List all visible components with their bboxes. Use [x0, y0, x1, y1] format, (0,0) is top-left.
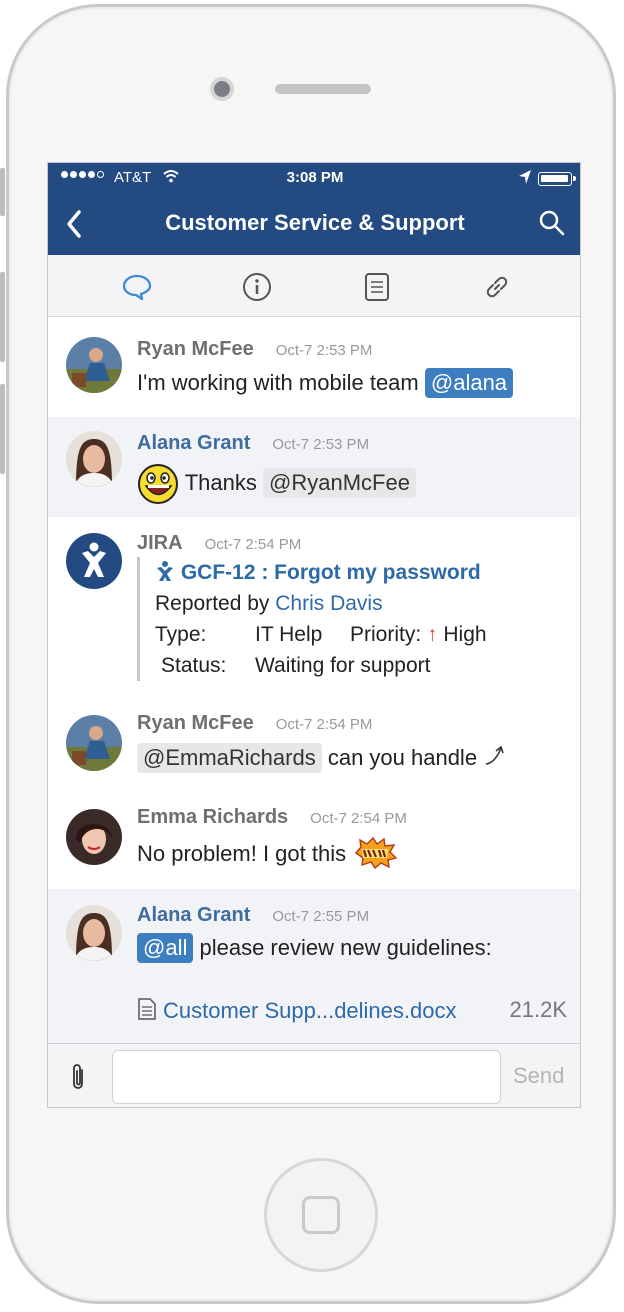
priority-up-arrow-icon: ↑ — [427, 623, 438, 646]
file-icon — [138, 998, 156, 1020]
message-time: Oct-7 2:54 PM — [204, 536, 302, 553]
jira-logo-icon — [82, 542, 106, 577]
message-time: Oct-7 2:53 PM — [275, 342, 373, 359]
jira-issue-link[interactable]: GCF-12 : Forgot my password — [181, 561, 481, 584]
message: Ryan McFee Oct-7 2:54 PM @EmmaRichards ca… — [48, 695, 580, 789]
message-text: @all please review new guidelines: — [137, 933, 492, 963]
tab-files[interactable] — [361, 271, 393, 303]
message: Ryan McFee Oct-7 2:53 PM I'm working with… — [48, 323, 580, 417]
jira-issue-card: GCF-12 : Forgot my password Reported by … — [137, 557, 557, 681]
avatar-ryan[interactable] — [66, 715, 122, 771]
jira-avatar[interactable] — [66, 533, 122, 589]
message-feed[interactable]: Ryan McFee Oct-7 2:53 PM I'm working with… — [48, 323, 580, 1043]
message-text: Thanks @RyanMcFee — [137, 463, 416, 505]
status-label: Status: — [161, 654, 227, 677]
home-button[interactable] — [264, 1158, 378, 1272]
message: Alana Grant Oct-7 2:53 PM Thanks @RyanMcF… — [48, 417, 580, 517]
search-icon[interactable] — [538, 209, 566, 237]
message-time: Oct-7 2:54 PM — [310, 810, 407, 827]
avatar-ryan[interactable] — [66, 337, 122, 393]
reporter-link[interactable]: Chris Davis — [275, 592, 382, 615]
paperclip-icon[interactable] — [70, 1062, 88, 1092]
message-composer: Send — [48, 1043, 580, 1107]
avatar-alana[interactable] — [66, 905, 122, 961]
reported-label: Reported by — [155, 592, 270, 615]
message-sender: JIRA Oct-7 2:54 PM — [137, 532, 302, 554]
avatar-alana[interactable] — [66, 431, 122, 487]
tab-info[interactable] — [241, 271, 273, 303]
status-time: 3:08 PM — [286, 169, 344, 186]
location-icon — [519, 170, 531, 184]
battery-icon — [538, 172, 576, 186]
message-sender: Ryan McFee Oct-7 2:54 PM — [137, 712, 373, 734]
nav-bar: Customer Service & Support — [48, 193, 580, 255]
file-size: 21.2K — [509, 997, 568, 1022]
message-time: Oct-7 2:54 PM — [275, 716, 373, 733]
boom-emoji-icon — [355, 836, 398, 870]
message-sender: Ryan McFee Oct-7 2:53 PM — [137, 338, 373, 360]
document-icon — [365, 273, 389, 301]
tab-chat[interactable] — [121, 271, 153, 303]
message: Emma Richards Oct-7 2:54 PM No problem! I… — [48, 789, 580, 889]
volume-up-button — [0, 272, 5, 362]
message-time: Oct-7 2:55 PM — [272, 908, 370, 925]
earpiece-speaker — [275, 84, 371, 94]
file-name[interactable]: Customer Supp...delines.docx — [163, 998, 457, 1023]
app-screen: AT&T 3:08 PM Customer Service & Support — [47, 162, 581, 1108]
front-camera — [210, 77, 234, 101]
message: Alana Grant Oct-7 2:55 PM @all please rev… — [48, 889, 580, 1043]
message-sender: Alana Grant Oct-7 2:55 PM — [137, 904, 370, 926]
chat-bubble-icon — [122, 274, 152, 301]
mention-chip[interactable]: @EmmaRichards — [137, 743, 322, 773]
priority-value: High — [443, 623, 487, 646]
jira-issue-icon — [157, 561, 173, 581]
avatar-emma[interactable] — [66, 809, 122, 865]
message-text: No problem! I got this — [137, 836, 398, 870]
message-text: @EmmaRichards can you handle — [137, 743, 507, 773]
message-sender: Alana Grant Oct-7 2:53 PM — [137, 432, 370, 454]
awesome-face-emoji-icon — [138, 464, 178, 504]
type-label: Type: — [155, 623, 207, 646]
message-time: Oct-7 2:53 PM — [272, 436, 370, 453]
file-attachment[interactable]: Customer Supp...delines.docx 21.2K — [137, 997, 567, 1024]
link-icon — [486, 276, 508, 298]
priority-label: Priority: — [350, 623, 422, 646]
mention-chip[interactable]: @alana — [424, 368, 514, 398]
send-button[interactable]: Send — [513, 1063, 564, 1089]
mute-switch — [0, 168, 5, 216]
message-text: I'm working with mobile team @alana — [137, 368, 514, 398]
message-jira: JIRA Oct-7 2:54 PM GCF-12 : Forgot my pas… — [48, 517, 580, 695]
message-sender: Emma Richards Oct-7 2:54 PM — [137, 806, 407, 828]
message-input[interactable] — [112, 1050, 501, 1104]
info-icon — [243, 273, 271, 301]
status-bar: AT&T 3:08 PM — [48, 163, 580, 193]
curved-arrow-icon — [486, 745, 504, 765]
channel-tabs — [48, 255, 580, 317]
type-value: IT Help — [255, 623, 323, 646]
mention-chip[interactable]: @all — [137, 933, 194, 963]
mention-chip[interactable]: @RyanMcFee — [263, 467, 416, 498]
channel-title: Customer Service & Support — [165, 210, 465, 235]
status-value: Waiting for support — [255, 654, 431, 677]
tab-links[interactable] — [481, 271, 513, 303]
volume-down-button — [0, 384, 5, 474]
